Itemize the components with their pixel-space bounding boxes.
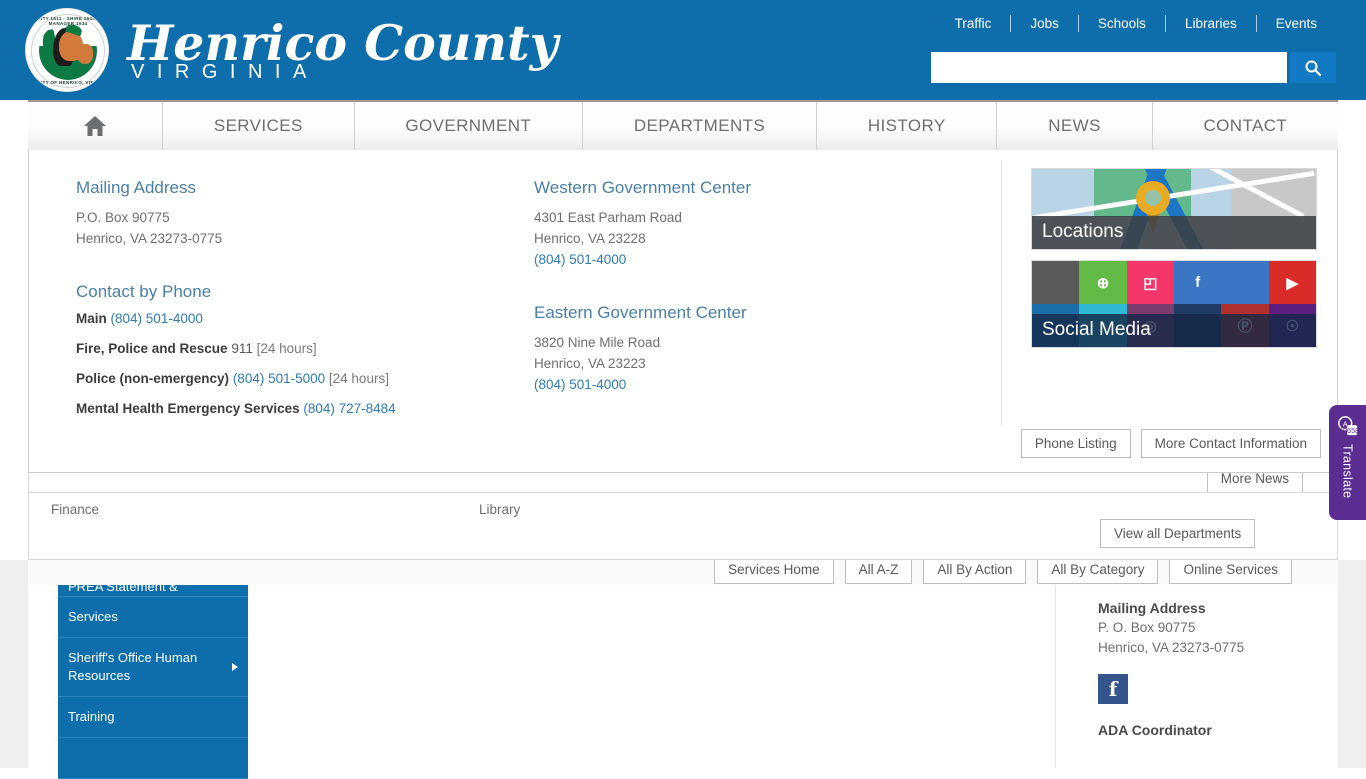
seal-bird-icon [76, 44, 93, 64]
nav-government[interactable]: GOVERNMENT [354, 102, 584, 150]
utility-link-jobs[interactable]: Jobs [1011, 16, 1078, 31]
social-tile-cell-4 [1221, 261, 1269, 304]
utility-link-traffic[interactable]: Traffic [936, 16, 1011, 31]
social-tile-cell-2: ◰ [1126, 261, 1174, 304]
chevron-right-icon [232, 663, 238, 671]
map-pin-icon [1136, 181, 1170, 215]
social-tile-cell-1: ⊕ [1079, 261, 1127, 304]
phone-listing-button[interactable]: Phone Listing [1020, 429, 1131, 458]
phone-row-fire-police-rescue: Fire, Police and Rescue 911 [24 hours] [76, 341, 506, 356]
site-header: CITY 1611 · SHIRE 1634 · MANAGER 1934 CO… [0, 0, 1366, 100]
nav-contact[interactable]: CONTACT [1152, 102, 1339, 150]
phone-number[interactable]: (804) 501-4000 [111, 311, 203, 326]
facebook-icon[interactable]: f [1098, 674, 1128, 704]
view-all-departments-button[interactable]: View all Departments [1100, 519, 1256, 548]
sidebar-item-label: Training [68, 709, 115, 724]
eastern-government-center-heading[interactable]: Eastern Government Center [534, 303, 974, 323]
right-info-column: Mailing Address P. O. Box 90775 Henrico,… [1098, 600, 1348, 740]
nav-departments[interactable]: DEPARTMENTS [583, 102, 817, 150]
phone-label: Mental Health Emergency Services [76, 401, 300, 416]
contact-panel-divider [1001, 160, 1002, 425]
locations-tile-caption: Locations [1032, 216, 1316, 249]
site-wordmark: Henrico County VIRGINIA [127, 18, 558, 82]
page-content-area: PREA Statement & Reports Services Sherif… [28, 560, 1338, 779]
contact-middle-column: Western Government Center 4301 East Parh… [534, 178, 974, 395]
translate-label: Translate [1340, 444, 1355, 499]
phone-row-mental-health: Mental Health Emergency Services (804) 7… [76, 401, 506, 416]
eastern-line2: Henrico, VA 23223 [534, 356, 646, 371]
nav-news[interactable]: NEWS [997, 102, 1153, 150]
nav-history[interactable]: HISTORY [816, 102, 998, 150]
contact-by-phone-heading[interactable]: Contact by Phone [76, 282, 506, 302]
western-government-center-heading[interactable]: Western Government Center [534, 178, 974, 198]
search-button[interactable] [1290, 52, 1336, 83]
contact-left-column: Mailing Address P.O. Box 90775 Henrico, … [76, 178, 506, 431]
utility-link-libraries[interactable]: Libraries [1166, 16, 1256, 31]
phone-number[interactable]: (804) 501-5000 [233, 371, 325, 386]
mailing-address-heading[interactable]: Mailing Address [76, 178, 506, 198]
locations-tile[interactable]: Locations [1031, 168, 1317, 250]
social-tile-cell-0 [1032, 261, 1080, 304]
social-tile-cell-5: ▶ [1268, 261, 1316, 304]
sidebar-item-sheriffs-office-human-resources[interactable]: Sheriff's Office Human Resources [58, 638, 248, 697]
home-icon [84, 116, 106, 136]
more-contact-information-button[interactable]: More Contact Information [1140, 429, 1321, 458]
phone-label: Main [76, 311, 107, 326]
utility-link-events[interactable]: Events [1257, 16, 1336, 31]
phone-note: [24 hours] [328, 371, 389, 386]
phone-label: Police (non-emergency) [76, 371, 230, 386]
nav-home[interactable] [28, 102, 163, 150]
main-navigation: SERVICES GOVERNMENT DEPARTMENTS HISTORY … [28, 100, 1339, 150]
department-link-finance[interactable]: Finance [51, 502, 99, 517]
social-tile-cell-3: f [1173, 261, 1222, 304]
mailing-address-line1: P.O. Box 90775 [76, 210, 170, 225]
sidebar-item-services[interactable]: Services [58, 597, 248, 638]
western-phone[interactable]: (804) 501-4000 [534, 252, 626, 267]
right-column-divider [1055, 560, 1056, 768]
ada-coordinator-heading: ADA Coordinator [1098, 722, 1212, 738]
phone-row-main: Main (804) 501-4000 [76, 311, 506, 326]
contact-dropdown-panel: Mailing Address P.O. Box 90775 Henrico, … [28, 150, 1338, 473]
western-line1: 4301 East Parham Road [534, 210, 682, 225]
sidebar-item-next[interactable] [58, 738, 248, 779]
view-all-departments-wrap: View all Departments [1100, 519, 1256, 548]
search-icon [1305, 60, 1322, 76]
contact-right-column: Locations ⊕◰f▶◔◎Ⓟ☉ Social Media [1031, 168, 1321, 348]
search-input[interactable] [931, 52, 1287, 83]
eastern-line1: 3820 Nine Mile Road [534, 335, 661, 350]
phone-number: 911 [231, 341, 253, 356]
social-media-tile[interactable]: ⊕◰f▶◔◎Ⓟ☉ Social Media [1031, 260, 1317, 348]
right-mailing-line1: P. O. Box 90775 [1098, 620, 1196, 635]
svg-text:\u6587: \u6587 [1340, 426, 1358, 435]
sidebar-item-training[interactable]: Training [58, 697, 248, 738]
phone-row-police-non-emergency: Police (non-emergency) (804) 501-5000 [2… [76, 371, 506, 386]
left-sidebar: PREA Statement & Reports Services Sherif… [58, 578, 248, 779]
department-link-library[interactable]: Library [479, 502, 520, 517]
phone-note: [24 hours] [256, 341, 317, 356]
utility-link-schools[interactable]: Schools [1079, 16, 1165, 31]
right-mailing-heading: Mailing Address [1098, 600, 1206, 616]
brand-logo[interactable]: CITY 1611 · SHIRE 1634 · MANAGER 1934 CO… [25, 8, 558, 92]
county-seal-icon: CITY 1611 · SHIRE 1634 · MANAGER 1934 CO… [25, 8, 109, 92]
mailing-address-line2: Henrico, VA 23273-0775 [76, 231, 223, 246]
right-mailing-line2: Henrico, VA 23273-0775 [1098, 640, 1245, 655]
translate-icon: A \u6587 [1337, 416, 1359, 436]
utility-links: Traffic Jobs Schools Libraries Events [936, 15, 1336, 32]
translate-tab[interactable]: A \u6587 Translate [1329, 405, 1366, 520]
social-media-tile-caption: Social Media [1032, 314, 1316, 347]
search-area [931, 52, 1336, 83]
page-body: PREA Statement & Reports Services Sherif… [0, 560, 1366, 779]
phone-number[interactable]: (804) 727-8484 [303, 401, 395, 416]
sidebar-item-label: Sheriff's Office Human Resources [68, 650, 198, 683]
western-line2: Henrico, VA 23228 [534, 231, 646, 246]
eastern-phone[interactable]: (804) 501-4000 [534, 377, 626, 392]
seal-inner [39, 22, 97, 80]
phone-label: Fire, Police and Rescue [76, 341, 228, 356]
sidebar-item-label: Services [68, 609, 118, 624]
contact-panel-buttons: Phone Listing More Contact Information [1020, 429, 1321, 458]
nav-services[interactable]: SERVICES [163, 102, 355, 150]
seal-text-bottom: COUNTY OF HENRICO, VIRGINIA [27, 80, 109, 85]
seal-text-top: CITY 1611 · SHIRE 1634 · MANAGER 1934 [37, 16, 99, 26]
